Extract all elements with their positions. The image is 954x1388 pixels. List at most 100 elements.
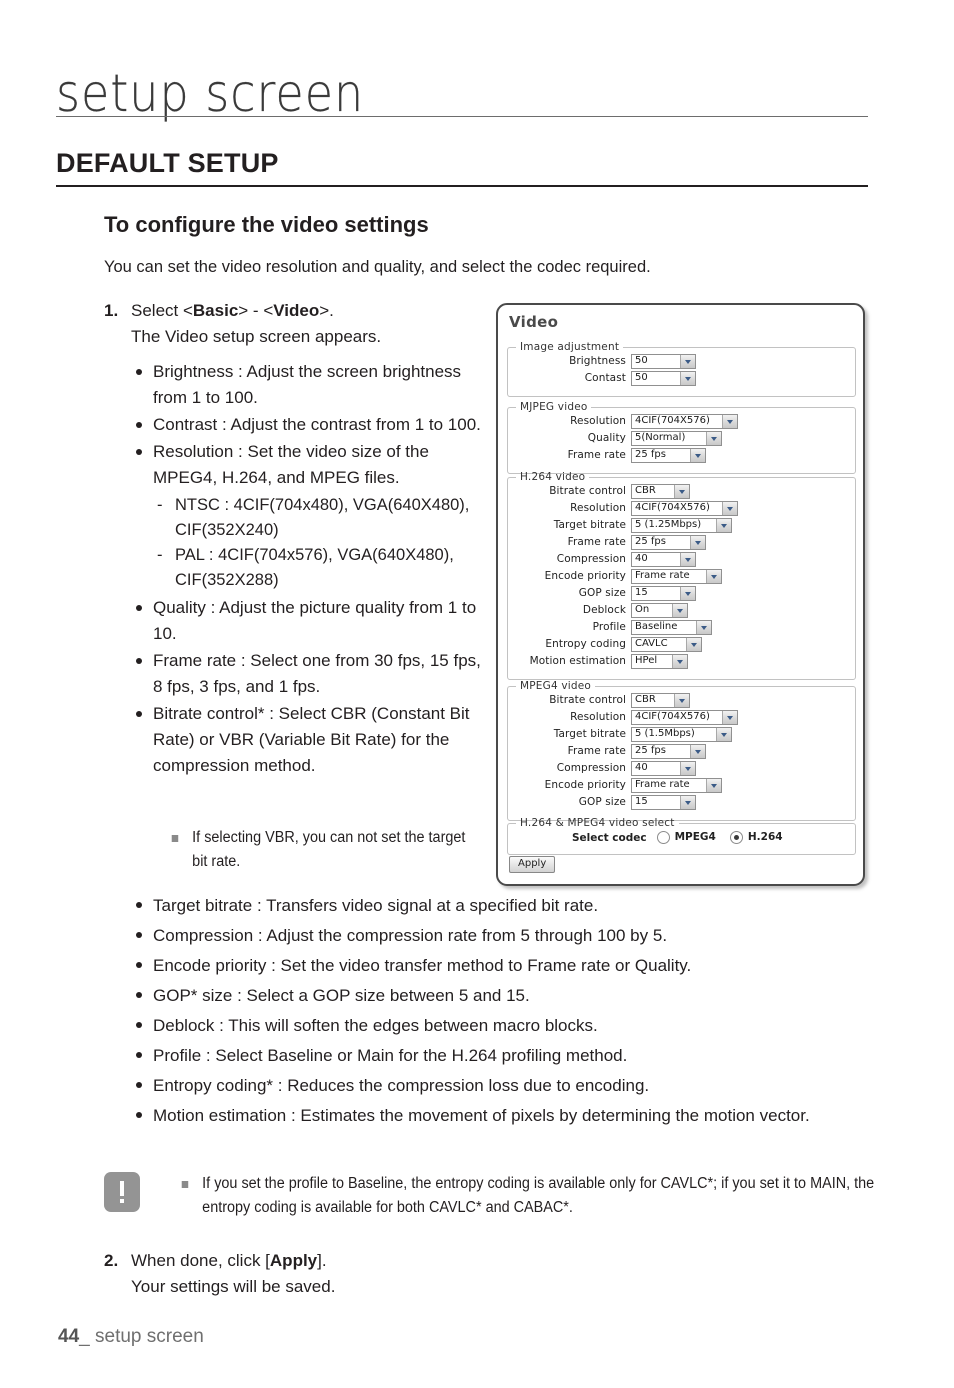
select-deblock[interactable]: On (631, 602, 688, 618)
select-brightness[interactable]: 50 (631, 353, 696, 369)
chevron-down-icon[interactable] (680, 354, 695, 368)
group-mpeg4-video: MPEG4 video Bitrate control CBR Resolution… (507, 680, 856, 821)
chevron-down-icon[interactable] (674, 484, 689, 498)
select-value-motion-estimation: HPel (635, 655, 658, 666)
radio-h-264-selected[interactable] (729, 830, 743, 844)
label-deblock: Deblock (582, 604, 626, 616)
label-compression: Compression (556, 553, 626, 565)
advanced-settings-bullet-list: Target bitrate : Transfers video signal … (131, 890, 891, 1130)
bullet-bitrate-control: Bitrate control* : Select CBR (Constant … (131, 701, 489, 779)
row-resolution: Resolution 4CIF(704X576) (508, 413, 855, 429)
footer-label: setup screen (95, 1326, 204, 1347)
chevron-down-icon[interactable] (680, 795, 695, 809)
select-frame-rate[interactable]: 25 fps (631, 447, 706, 463)
label-motion-estimation: Motion estimation (529, 655, 626, 667)
label-compression: Compression (556, 762, 626, 774)
chevron-down-icon[interactable] (696, 620, 711, 634)
chevron-down-icon[interactable] (722, 414, 737, 428)
codec-option-mpeg4[interactable]: MPEG4 (656, 830, 730, 844)
select-value-profile: Baseline (635, 621, 678, 632)
chevron-down-icon[interactable] (680, 371, 695, 385)
chevron-down-icon[interactable] (680, 586, 695, 600)
vbr-note: If selecting VBR, you can not set the ta… (168, 826, 508, 874)
chevron-down-icon[interactable] (680, 761, 695, 775)
label-bitrate-control: Bitrate control (549, 694, 626, 706)
row-brightness: Brightness 50 (508, 353, 855, 369)
select-bitrate-control[interactable]: CBR (631, 692, 690, 708)
select-target-bitrate[interactable]: 5 (1.25Mbps) (631, 517, 732, 533)
group-mpeg4-video-legend: MPEG4 video (520, 680, 592, 692)
select-value-deblock: On (635, 604, 650, 615)
group-h264-video: H.264 video Bitrate control CBR Resolution… (507, 471, 856, 680)
select-value-frame-rate: 25 fps (635, 745, 666, 756)
row-deblock: Deblock On (508, 602, 855, 618)
row-target-bitrate: Target bitrate 5 (1.25Mbps) (508, 517, 855, 533)
section-title: DEFAULT SETUP (56, 148, 279, 178)
select-encode-priority[interactable]: Frame rate (631, 568, 722, 584)
chevron-down-icon[interactable] (690, 535, 705, 549)
select-compression[interactable]: 40 (631, 551, 696, 567)
select-value-resolution: 4CIF(704X576) (635, 415, 710, 426)
chevron-down-icon[interactable] (672, 603, 687, 617)
select-bitrate-control[interactable]: CBR (631, 483, 690, 499)
select-entropy-coding[interactable]: CAVLC (631, 636, 702, 652)
chevron-down-icon[interactable] (722, 710, 737, 724)
chevron-down-icon[interactable] (716, 518, 731, 532)
select-resolution[interactable]: 4CIF(704X576) (631, 709, 738, 725)
chevron-down-icon[interactable] (672, 654, 687, 668)
select-quality[interactable]: 5(Normal) (631, 430, 722, 446)
step-2-body: When done, click [Apply]. Your settings … (131, 1248, 664, 1300)
select-frame-rate[interactable]: 25 fps (631, 534, 706, 550)
row-frame-rate: Frame rate 25 fps (508, 743, 855, 759)
chevron-down-icon[interactable] (706, 778, 721, 792)
chevron-down-icon[interactable] (706, 431, 721, 445)
select-encode-priority[interactable]: Frame rate (631, 777, 722, 793)
select-resolution[interactable]: 4CIF(704X576) (631, 500, 738, 516)
group-h264-video-legend: H.264 video (520, 471, 586, 483)
select-contast[interactable]: 50 (631, 370, 696, 386)
bullet-brightness: Brightness : Adjust the screen brightnes… (131, 359, 489, 411)
select-value-bitrate-control: CBR (635, 485, 656, 496)
select-compression[interactable]: 40 (631, 760, 696, 776)
chevron-down-icon[interactable] (706, 569, 721, 583)
select-gop-size[interactable]: 15 (631, 794, 696, 810)
chevron-down-icon[interactable] (690, 744, 705, 758)
codec-option-h-264[interactable]: H.264 (729, 830, 797, 844)
select-value-contast: 50 (635, 372, 648, 383)
bullet-deblock: Deblock : This will soften the edges bet… (131, 1012, 891, 1040)
label-resolution: Resolution (570, 415, 626, 427)
label-encode-priority: Encode priority (544, 570, 626, 582)
step-1-mid: > - < (238, 301, 274, 320)
select-gop-size[interactable]: 15 (631, 585, 696, 601)
row-target-bitrate: Target bitrate 5 (1.5Mbps) (508, 726, 855, 742)
row-contast: Contast 50 (508, 370, 855, 386)
label-brightness: Brightness (569, 355, 626, 367)
select-resolution[interactable]: 4CIF(704X576) (631, 413, 738, 429)
chevron-down-icon[interactable] (686, 637, 701, 651)
row-frame-rate: Frame rate 25 fps (508, 447, 855, 463)
chevron-down-icon[interactable] (674, 693, 689, 707)
group-mjpeg-video-legend: MJPEG video (520, 401, 588, 413)
select-target-bitrate[interactable]: 5 (1.5Mbps) (631, 726, 732, 742)
select-profile[interactable]: Baseline (631, 619, 712, 635)
step-2-number: 2. (104, 1251, 119, 1270)
row-bitrate-control: Bitrate control CBR (508, 692, 855, 708)
label-resolution: Resolution (570, 502, 626, 514)
apply-button[interactable]: Apply (509, 856, 556, 873)
label-target-bitrate: Target bitrate (553, 728, 626, 740)
radio-mpeg4[interactable] (656, 830, 670, 844)
step-1-pre: Select < (131, 301, 193, 320)
select-frame-rate[interactable]: 25 fps (631, 743, 706, 759)
select-motion-estimation[interactable]: HPel (631, 653, 688, 669)
step-2-bold-apply: Apply (269, 1251, 318, 1270)
page-header: setup screen (56, 64, 868, 122)
step-1-body: Select <Basic> - <Video>. The Video setu… (131, 298, 474, 350)
label-frame-rate: Frame rate (567, 449, 626, 461)
chevron-down-icon[interactable] (722, 501, 737, 515)
chevron-down-icon[interactable] (690, 448, 705, 462)
chevron-down-icon[interactable] (680, 552, 695, 566)
chevron-down-icon[interactable] (716, 727, 731, 741)
image-adjustment-rows: Brightness 50 Contast 50 (508, 353, 855, 386)
row-bitrate-control: Bitrate control CBR (508, 483, 855, 499)
step-2-line-1: When done, click [Apply]. (131, 1248, 664, 1274)
